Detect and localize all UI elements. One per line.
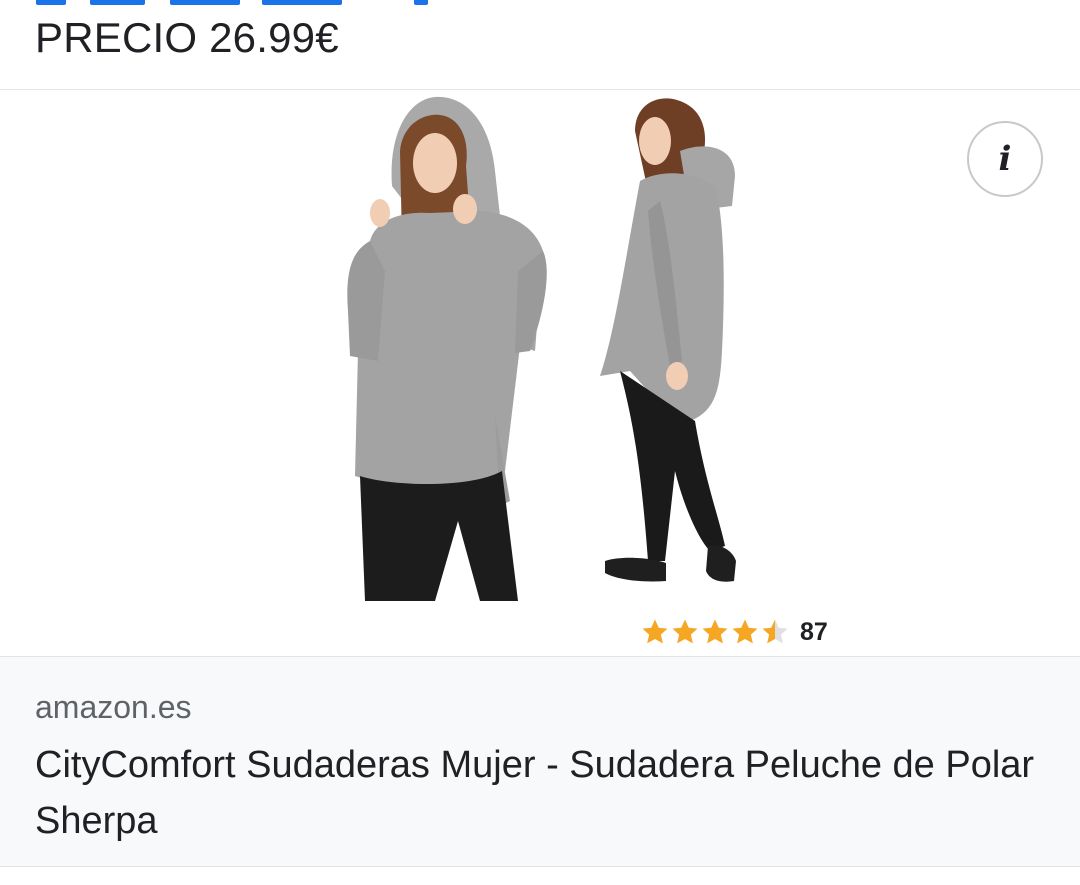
source-domain: amazon.es — [35, 689, 192, 725]
info-button[interactable]: i — [967, 121, 1043, 197]
star-icon — [732, 619, 758, 644]
star-icon — [702, 619, 728, 644]
star-icon — [642, 619, 668, 644]
price-label: PRECIO 26.99€ — [35, 14, 339, 61]
product-title-link[interactable]: CityComfort Sudaderas Mujer - Sudadera P… — [35, 737, 1045, 849]
star-rating — [640, 617, 790, 647]
product-image[interactable] — [330, 91, 760, 611]
rating-count: 87 — [800, 617, 828, 646]
half-star-icon — [762, 619, 788, 644]
info-icon: i — [998, 139, 1012, 179]
side-model — [600, 98, 736, 582]
result-info-footer[interactable]: amazon.es CityComfort Sudaderas Mujer - … — [0, 656, 1080, 867]
product-image-area[interactable]: i 87 — [0, 91, 1080, 656]
price-row: PRECIO 26.99€ — [0, 0, 1080, 90]
front-model — [347, 96, 547, 601]
star-icon — [672, 619, 698, 644]
rating: 87 — [640, 615, 828, 649]
